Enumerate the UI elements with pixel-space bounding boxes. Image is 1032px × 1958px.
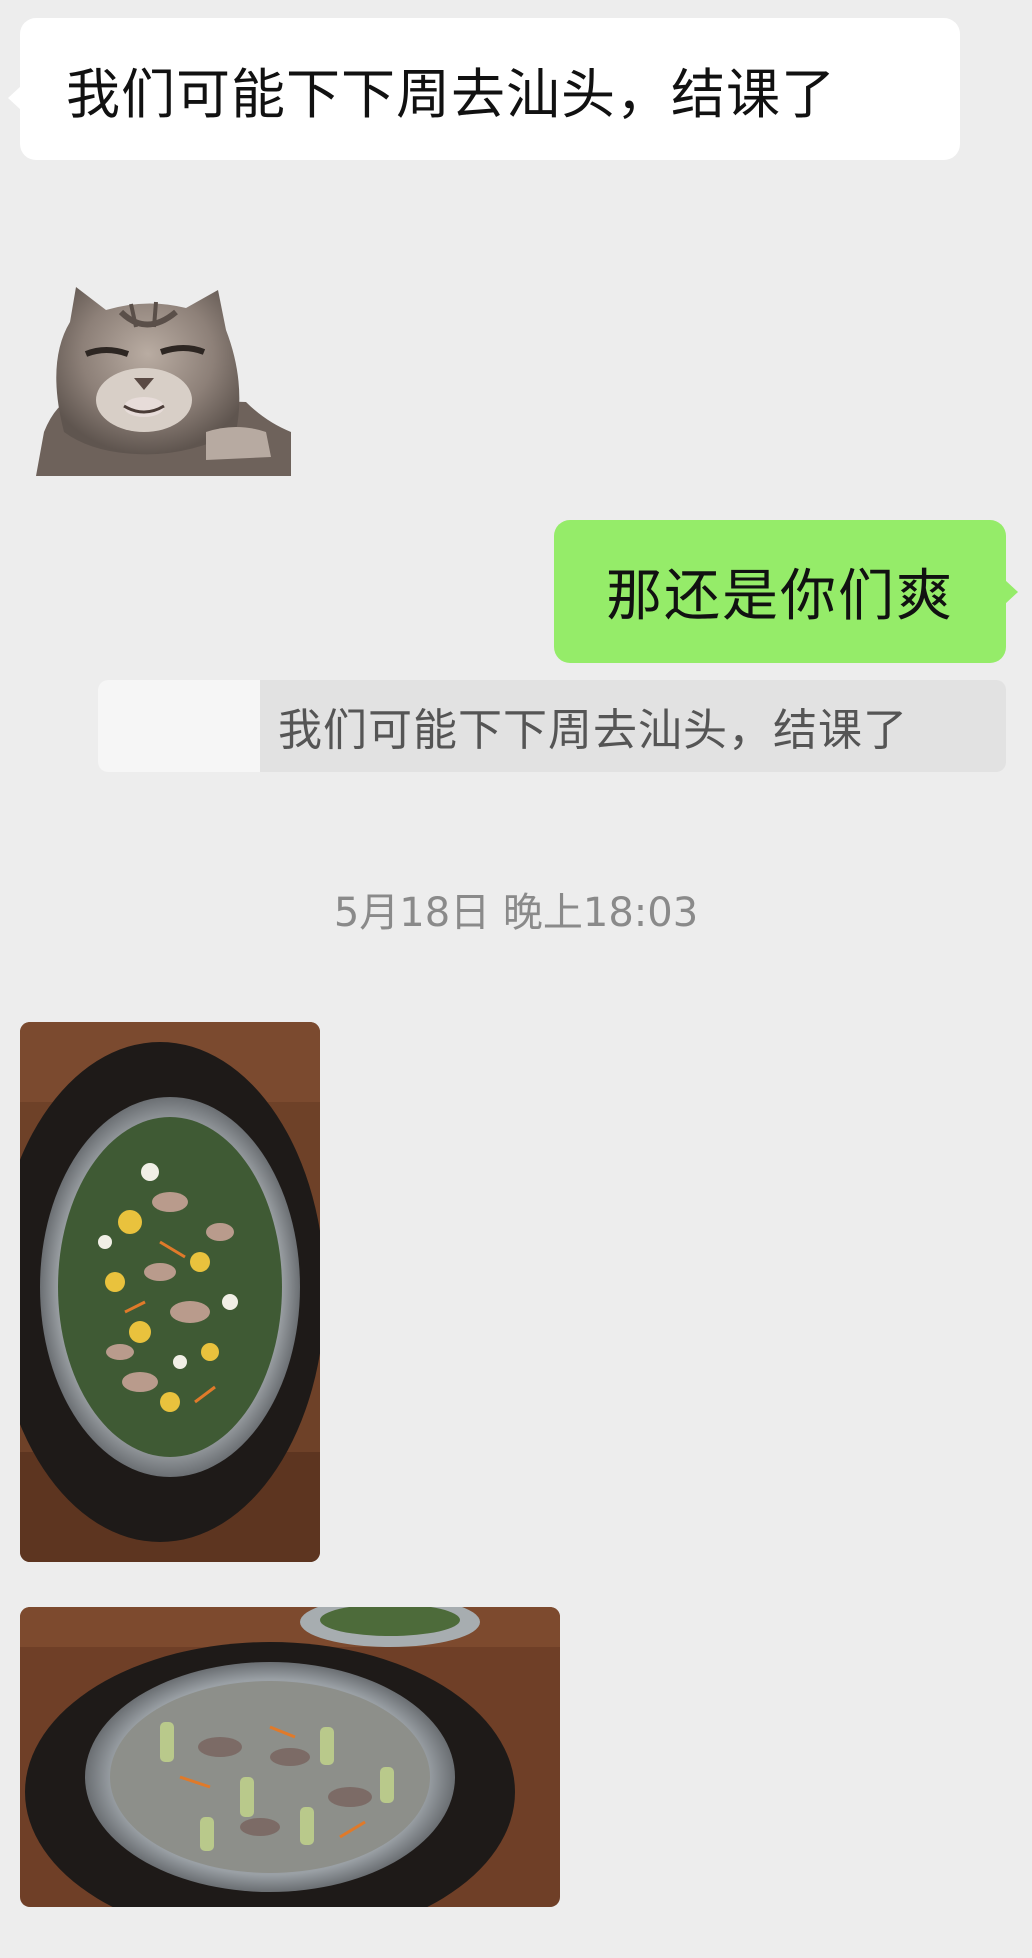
- outgoing-message-bubble[interactable]: 那还是你们爽: [554, 520, 1018, 663]
- quoted-message[interactable]: 我们可能下下周去汕头，结课了: [98, 680, 1006, 772]
- outgoing-message-text: 那还是你们爽: [606, 564, 954, 629]
- quoted-message-text: 我们可能下下周去汕头，结课了: [278, 705, 908, 756]
- cat-sticker-icon[interactable]: [36, 282, 291, 476]
- food-photo-horizontal[interactable]: [20, 1607, 560, 1907]
- message-timestamp: 5月18日 晚上18:03: [333, 890, 699, 936]
- incoming-message-text: 我们可能下下周去汕头，结课了: [66, 62, 836, 126]
- incoming-message-bubble[interactable]: 我们可能下下周去汕头，结课了: [8, 18, 960, 160]
- quote-thumbnail-icon: [98, 680, 260, 772]
- chat-screen: 我们可能下下周去汕头，结课了 那还是你们爽 我们可能下下周去汕头，结课了 5月1…: [0, 0, 1032, 1958]
- food-photo-vertical[interactable]: [20, 1022, 320, 1562]
